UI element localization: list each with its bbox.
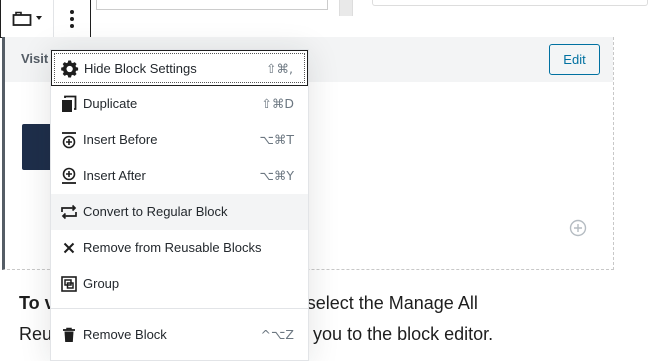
menu-item-shortcut: ⌥⌘Y (259, 168, 294, 183)
top-input-field[interactable] (96, 0, 328, 10)
menu-item-label: Remove from Reusable Blocks (83, 240, 262, 255)
menu-item-label: Hide Block Settings (84, 61, 197, 76)
top-right-panel (372, 0, 648, 6)
menu-item-duplicate[interactable]: Duplicate ⇧⌘D (51, 86, 308, 122)
menu-item-label: Insert Before (83, 132, 158, 147)
paragraph-text: , select the Manage All (296, 293, 478, 313)
menu-item-label: Duplicate (83, 96, 138, 111)
menu-item-convert-to-regular-block[interactable]: Convert to Regular Block (51, 194, 308, 230)
menu-item-label: Insert After (83, 168, 146, 183)
menu-separator (51, 308, 308, 309)
menu-item-remove-from-reusable-blocks[interactable]: Remove from Reusable Blocks (51, 230, 308, 266)
menu-item-shortcut: ^⌥Z (260, 327, 294, 342)
chevron-down-icon (36, 16, 42, 20)
close-icon (63, 242, 75, 254)
menu-item-shortcut: ⌥⌘T (259, 132, 294, 147)
menu-item-label: Convert to Regular Block (83, 204, 228, 219)
convert-icon (61, 204, 77, 220)
menu-item-label: Remove Block (83, 327, 167, 342)
menu-item-label: Group (83, 276, 120, 291)
more-vertical-icon (70, 9, 74, 28)
menu-item-hide-block-settings[interactable]: Hide Block Settings ⇧⌘, (51, 50, 308, 86)
duplicate-icon (62, 95, 77, 112)
edit-button[interactable]: Edit (549, 44, 600, 75)
menu-item-insert-before[interactable]: Insert Before ⌥⌘T (51, 122, 308, 158)
paragraph-text-start: Reu (19, 324, 53, 344)
block-settings-menu: Hide Block Settings ⇧⌘, Duplicate ⇧⌘D In… (50, 49, 309, 361)
menu-item-insert-after[interactable]: Insert After ⌥⌘Y (51, 158, 308, 194)
reusable-block-title: Visit (21, 51, 49, 66)
top-scrollbar[interactable] (339, 0, 353, 16)
menu-item-group[interactable]: Group (51, 266, 308, 302)
menu-item-shortcut: ⇧⌘D (261, 96, 294, 111)
paragraph-text-end: e you to the block editor. (298, 324, 494, 344)
menu-item-remove-block[interactable]: Remove Block ^⌥Z (51, 317, 308, 353)
more-options-button[interactable] (54, 0, 90, 37)
block-toolbar (0, 0, 91, 38)
menu-item-shortcut: ⇧⌘, (266, 61, 293, 76)
insert-after-icon (62, 167, 76, 184)
plus-circle-icon[interactable] (569, 219, 587, 237)
block-switcher-button[interactable] (1, 0, 54, 37)
gear-icon (61, 60, 79, 78)
reusable-block-icon (12, 11, 32, 26)
trash-icon (63, 327, 75, 342)
group-icon (61, 276, 77, 292)
insert-before-icon (62, 132, 76, 149)
